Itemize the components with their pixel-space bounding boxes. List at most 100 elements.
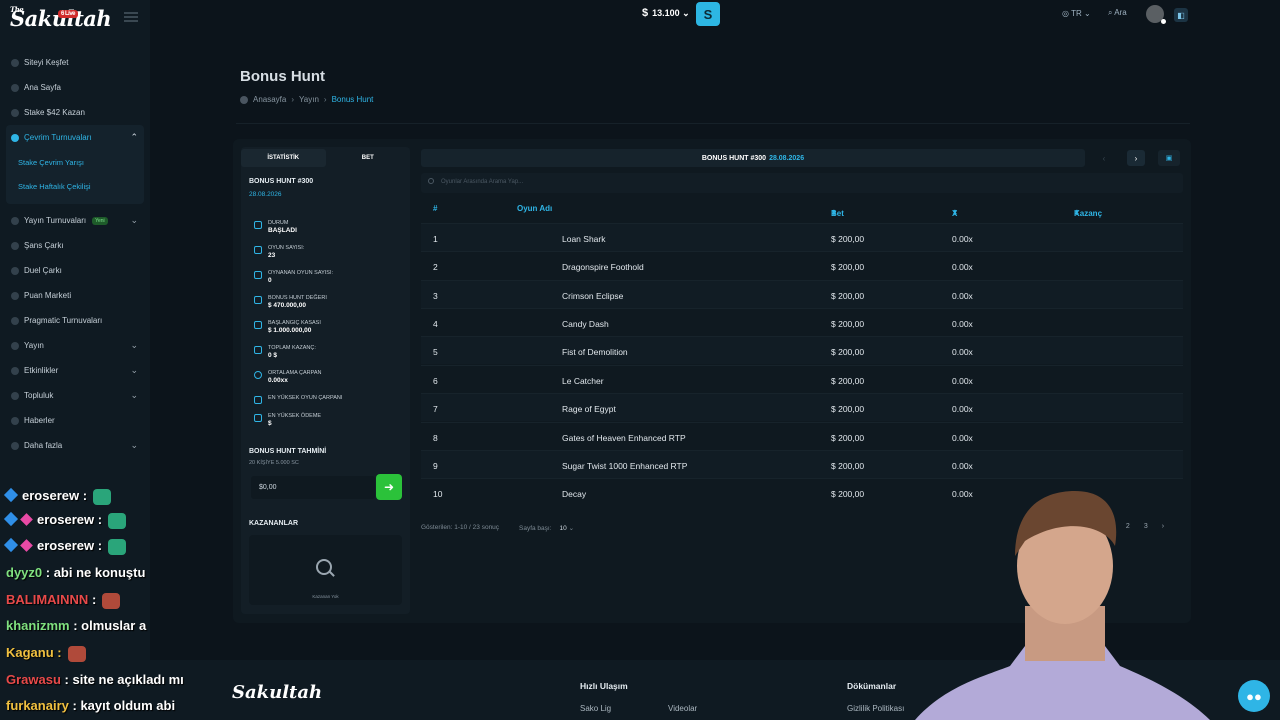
chevron-right-icon: › bbox=[323, 95, 327, 104]
chevron-down-icon[interactable]: ⌄ bbox=[130, 340, 138, 351]
sidebar-item-yayin-turnuvalari[interactable]: Yayın Turnuvaları Yeni ⌄ bbox=[0, 208, 150, 233]
sidebar-nav: Siteyi Keşfet Ana Sayfa Stake $42 Kazan … bbox=[0, 50, 150, 458]
chevron-right-icon: › bbox=[1134, 153, 1138, 163]
hunt-date: 28.08.2026 bbox=[249, 191, 282, 198]
wallet-button[interactable]: S bbox=[696, 2, 720, 26]
site-logo[interactable]: The Sakultah 6 Live bbox=[10, 5, 112, 31]
payout-icon bbox=[254, 414, 262, 422]
chevron-down-icon[interactable]: ⌄ bbox=[130, 215, 138, 226]
sidebar-item-discover[interactable]: Siteyi Keşfet bbox=[0, 50, 150, 75]
guess-input[interactable]: $0,00 bbox=[251, 476, 375, 499]
home-icon bbox=[240, 95, 248, 104]
table-row[interactable]: 9 Sugar Twist 1000 Enhanced RTP $ 200,00 0.… bbox=[421, 450, 1183, 478]
chat-message: eroserew : bbox=[3, 511, 127, 529]
chevron-left-icon: ‹ bbox=[1102, 153, 1106, 163]
chevron-up-icon[interactable]: ⌃ bbox=[130, 132, 138, 143]
menu-toggle-icon[interactable] bbox=[124, 12, 138, 22]
sidebar-item-topluluk[interactable]: Topluluk ⌄ bbox=[0, 383, 150, 408]
multiplier-icon bbox=[254, 371, 262, 379]
chat-message: Grawasu : site ne açıkladı mı bbox=[6, 672, 184, 687]
games-icon bbox=[254, 246, 262, 254]
gift-icon bbox=[11, 109, 19, 117]
sidebar-item-home[interactable]: Ana Sayfa bbox=[0, 75, 150, 100]
guess-subtitle: 20 KİŞİYE 5.000 SC bbox=[249, 460, 299, 466]
home-icon bbox=[11, 84, 19, 92]
sidebar-item-pragmatic[interactable]: Pragmatic Turnuvaları bbox=[0, 308, 150, 333]
sidebar-item-puan-marketi[interactable]: Puan Marketi bbox=[0, 283, 150, 308]
wheel-icon bbox=[11, 242, 19, 250]
sidebar-item-stake-promo[interactable]: Stake $42 Kazan bbox=[0, 100, 150, 125]
online-status-dot bbox=[1161, 19, 1166, 24]
sidebar-item-duel-carki[interactable]: Duel Çarkı bbox=[0, 258, 150, 283]
coins-icon bbox=[254, 346, 262, 354]
chat-message: BALIMAINNN : bbox=[6, 592, 121, 609]
sidebar-item-cevrim-turnuvalari[interactable]: Çevrim Turnuvaları ⌃ bbox=[6, 125, 144, 150]
table-header: # Oyun Adı ⬍ Bet ⬍ X ⬍ Kazanç bbox=[433, 204, 1103, 218]
live-badge: 6 Live bbox=[58, 10, 79, 18]
chevron-right-icon: › bbox=[291, 95, 295, 104]
tab-bet[interactable]: BET bbox=[326, 149, 411, 167]
next-hunt-button[interactable]: › bbox=[1127, 150, 1145, 166]
wallet-icon bbox=[254, 321, 262, 329]
breadcrumb-yayin[interactable]: Yayın bbox=[299, 95, 319, 104]
sidebar-item-sans-carki[interactable]: Şans Çarkı bbox=[0, 233, 150, 258]
chat-toggle-icon[interactable]: ◧ bbox=[1174, 8, 1188, 22]
search-empty-icon bbox=[316, 559, 332, 575]
emote-icon bbox=[93, 488, 112, 505]
footer-link-privacy[interactable]: Gizlilik Politikası bbox=[847, 704, 904, 713]
calendar-button[interactable]: ▣ bbox=[1158, 150, 1180, 166]
table-row[interactable]: 6 Le Catcher $ 200,00 0.00x bbox=[421, 365, 1183, 393]
played-icon bbox=[254, 271, 262, 279]
table-row[interactable]: 4 Candy Dash $ 200,00 0.00x bbox=[421, 308, 1183, 336]
chevron-down-icon[interactable]: ⌄ bbox=[130, 365, 138, 376]
shop-icon bbox=[11, 292, 19, 300]
table-row[interactable]: 5 Fist of Demolition $ 200,00 0.00x bbox=[421, 336, 1183, 364]
footer-link-videolar[interactable]: Videolar bbox=[668, 704, 697, 713]
value-icon bbox=[254, 296, 262, 304]
tab-statistics[interactable]: İSTATİSTİK bbox=[241, 149, 326, 167]
chevron-down-icon[interactable]: ⌄ bbox=[130, 390, 138, 401]
breadcrumb-home[interactable]: Anasayfa bbox=[253, 95, 286, 104]
top-search-button[interactable]: ⌕ Ara bbox=[1108, 8, 1127, 18]
wallet-icon: S bbox=[703, 6, 713, 22]
chart-icon bbox=[254, 396, 262, 404]
support-chat-button[interactable]: ●● bbox=[1238, 680, 1270, 712]
column-game-name[interactable]: Oyun Adı bbox=[517, 204, 552, 213]
table-row[interactable]: 3 Crimson Eclipse $ 200,00 0.00x bbox=[421, 280, 1183, 308]
chevron-down-icon[interactable]: ⌄ bbox=[130, 440, 138, 451]
chat-message: furkanairy : kayıt oldum abi bbox=[6, 698, 176, 713]
sidebar-item-daha-fazla[interactable]: Daha fazla ⌄ bbox=[0, 433, 150, 458]
table-row[interactable]: 8 Gates of Heaven Enhanced RTP $ 200,00 0.0… bbox=[421, 422, 1183, 450]
gem-icon bbox=[3, 511, 19, 527]
broadcast-icon bbox=[11, 217, 19, 225]
submit-guess-button[interactable]: ➜ bbox=[376, 474, 402, 500]
pagination-info: Gösterilen: 1-10 / 23 sonuç bbox=[421, 524, 500, 531]
table-row[interactable]: 7 Rage of Egypt $ 200,00 0.00x bbox=[421, 393, 1183, 421]
chat-message: khanizmm : olmuslar a bbox=[6, 618, 147, 633]
table-row[interactable]: 2 Dragonspire Foothold $ 200,00 0.00x bbox=[421, 251, 1183, 279]
sidebar-subitem-cevrim-yarisi[interactable]: Stake Çevrim Yarışı bbox=[6, 150, 144, 174]
compass-icon bbox=[11, 59, 19, 67]
chat-message: dyyz0 : abi ne konuştu bbox=[6, 565, 146, 580]
table-row[interactable]: 1 Loan Shark $ 200,00 0.00x bbox=[421, 223, 1183, 251]
emote-icon bbox=[108, 512, 127, 529]
breadcrumb: Anasayfa › Yayın › Bonus Hunt bbox=[240, 95, 373, 104]
status-icon bbox=[254, 221, 262, 229]
page-size-select[interactable]: Sayfa başı: 10 ⌄ bbox=[519, 524, 574, 532]
footer-logo[interactable]: Sakultah bbox=[232, 682, 322, 703]
footer-heading-docs: Dökümanlar bbox=[847, 681, 897, 691]
heart-icon bbox=[20, 539, 33, 552]
sidebar-item-haberler[interactable]: Haberler bbox=[0, 408, 150, 433]
chat-message: Kaganu : bbox=[6, 645, 86, 662]
chat-message: eroserew : bbox=[3, 537, 127, 555]
footer-link-sako-lig[interactable]: Sako Lig bbox=[580, 704, 611, 713]
language-selector[interactable]: ◎ TR ⌄ bbox=[1062, 9, 1091, 18]
gem-icon bbox=[3, 487, 19, 503]
footer-heading-quick: Hızlı Ulaşım bbox=[580, 681, 628, 691]
sidebar-subitem-haftalik-cekilis[interactable]: Stake Haftalık Çekilişi bbox=[6, 174, 144, 198]
sidebar-item-etkinlikler[interactable]: Etkinlikler ⌄ bbox=[0, 358, 150, 383]
sidebar-item-yayin[interactable]: Yayın ⌄ bbox=[0, 333, 150, 358]
previous-hunt-button[interactable]: ‹ bbox=[1096, 150, 1112, 166]
balance-dropdown[interactable]: $13.100 ⌄ bbox=[642, 7, 690, 19]
game-search-input[interactable]: Oyunlar Arasında Arama Yap... bbox=[421, 173, 1183, 193]
